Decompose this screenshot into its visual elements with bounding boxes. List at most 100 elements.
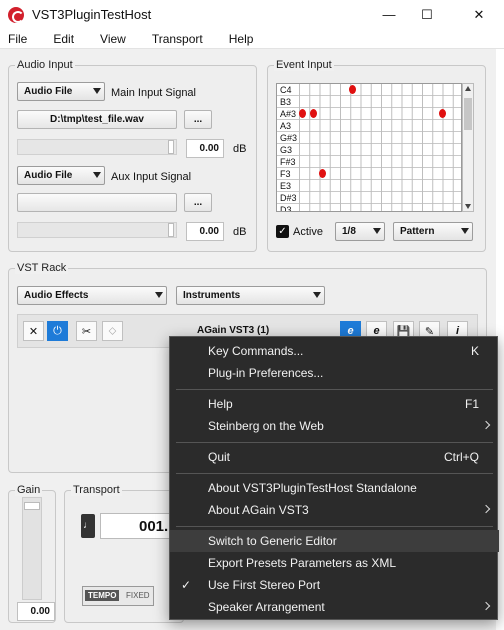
scroll-up-icon[interactable]	[465, 86, 471, 91]
menu-item-first-stereo-port[interactable]: ✓ Use First Stereo Port	[170, 574, 499, 596]
plugin-name: AGain VST3 (1)	[197, 325, 270, 336]
aux-input-source-select[interactable]: Audio File	[17, 166, 105, 185]
note-grid[interactable]: C4 B3 A#3 A3 G#3 G3 F#3 F3 E3 D#3 D3	[276, 83, 462, 212]
note-cells[interactable]	[299, 108, 461, 120]
note-cells[interactable]	[299, 96, 461, 108]
maximize-button[interactable]: ☐	[404, 0, 450, 29]
menu-item-export-presets[interactable]: Export Presets Parameters as XML	[170, 552, 499, 574]
note-cells[interactable]	[299, 84, 461, 96]
note-label: F3	[280, 169, 291, 179]
note-row[interactable]: G3	[277, 144, 461, 156]
main-input-browse-button[interactable]: ...	[184, 110, 212, 129]
chevron-down-icon	[93, 172, 101, 178]
tempo-label: TEMPO	[85, 590, 120, 601]
scrollbar-thumb[interactable]	[464, 98, 472, 130]
menu-separator	[176, 526, 493, 527]
note-row[interactable]: D#3	[277, 192, 461, 204]
aux-input-file-field[interactable]	[17, 193, 177, 212]
main-input-source-value: Audio File	[24, 86, 73, 97]
note-event-dot[interactable]	[439, 109, 446, 118]
vst-rack-title: VST Rack	[15, 262, 69, 274]
event-mode-select[interactable]: Pattern	[393, 222, 473, 241]
note-label: B3	[280, 97, 292, 107]
slider-thumb[interactable]	[168, 140, 174, 154]
menu-item-label: Plug-in Preferences...	[208, 366, 324, 380]
note-cells[interactable]	[299, 144, 461, 156]
gain-fader[interactable]	[22, 497, 42, 600]
menu-view[interactable]: View	[92, 32, 134, 46]
chevron-down-icon	[93, 88, 101, 94]
event-mode-value: Pattern	[400, 226, 435, 237]
power-icon[interactable]: ⏻	[47, 321, 68, 341]
menu-item-label: Quit	[208, 450, 231, 464]
menu-file[interactable]: File	[0, 32, 35, 46]
bypass-icon[interactable]: ✂	[76, 321, 97, 341]
slider-thumb[interactable]	[168, 223, 174, 237]
menu-help[interactable]: Help	[221, 32, 262, 46]
main-input-gain-slider[interactable]	[17, 139, 177, 155]
menu-item-help[interactable]: Help F1	[170, 393, 499, 415]
note-label: F#3	[280, 157, 296, 167]
aux-input-gain-value[interactable]: 0.00	[186, 222, 224, 241]
note-event-dot[interactable]	[349, 85, 356, 94]
scroll-down-icon[interactable]	[465, 204, 471, 209]
remove-plugin-icon[interactable]: ✕	[23, 321, 44, 341]
note-row[interactable]: E3	[277, 180, 461, 192]
gain-value[interactable]: 0.00	[17, 602, 55, 621]
note-event-dot[interactable]	[299, 109, 306, 118]
menu-item-speaker-arrangement[interactable]: Speaker Arrangement	[170, 596, 499, 618]
menu-separator	[176, 442, 493, 443]
menu-item-about-host[interactable]: About VST3PluginTestHost Standalone	[170, 477, 499, 499]
note-cells[interactable]	[299, 132, 461, 144]
note-row[interactable]: C4	[277, 84, 461, 96]
note-cells[interactable]	[299, 204, 461, 211]
rack-instruments-value: Instruments	[183, 290, 241, 301]
window-title: VST3PluginTestHost	[32, 7, 152, 22]
menu-item-generic-editor[interactable]: Switch to Generic Editor	[170, 530, 499, 552]
main-input-gain-value[interactable]: 0.00	[186, 139, 224, 158]
note-cells[interactable]	[299, 120, 461, 132]
gain-title: Gain	[15, 484, 43, 496]
menu-item-plugin-preferences[interactable]: Plug-in Preferences...	[170, 362, 499, 384]
note-row[interactable]: A3	[277, 120, 461, 132]
note-row[interactable]: F#3	[277, 156, 461, 168]
note-label: A3	[280, 121, 292, 131]
note-cells[interactable]	[299, 180, 461, 192]
menu-item-about-plugin[interactable]: About AGain VST3	[170, 499, 499, 521]
note-label: C4	[280, 85, 292, 95]
close-button[interactable]: ✕	[456, 0, 502, 29]
menu-edit[interactable]: Edit	[45, 32, 82, 46]
tempo-button[interactable]: TEMPO FIXED	[82, 586, 154, 606]
rack-instruments-select[interactable]: Instruments	[176, 286, 325, 305]
aux-input-gain-slider[interactable]	[17, 222, 177, 238]
fader-thumb[interactable]	[24, 502, 40, 510]
main-input-file-field[interactable]: D:\tmp\test_file.wav	[17, 110, 177, 129]
event-input-title: Event Input	[274, 59, 334, 71]
menu-item-shortcut: K	[470, 344, 479, 358]
note-grid-scrollbar[interactable]	[462, 83, 474, 212]
aux-input-label: Aux Input Signal	[111, 171, 192, 183]
note-division-select[interactable]: 1/8	[335, 222, 385, 241]
note-event-dot[interactable]	[319, 169, 326, 178]
main-input-source-select[interactable]: Audio File	[17, 82, 105, 101]
route-icon[interactable]: ⬦	[102, 321, 123, 341]
note-event-dot[interactable]	[310, 109, 317, 118]
menu-item-quit[interactable]: Quit Ctrl+Q	[170, 446, 499, 468]
note-row[interactable]: F3	[277, 168, 461, 180]
note-cells[interactable]	[299, 192, 461, 204]
note-row[interactable]: D3	[277, 204, 461, 212]
menu-item-key-commands[interactable]: Key Commands... K	[170, 340, 499, 362]
note-row[interactable]: G#3	[277, 132, 461, 144]
note-row[interactable]: B3	[277, 96, 461, 108]
menu-transport[interactable]: Transport	[144, 32, 211, 46]
chevron-right-icon	[481, 601, 491, 611]
aux-input-browse-button[interactable]: ...	[184, 193, 212, 212]
note-cells[interactable]	[299, 156, 461, 168]
title-bar: VST3PluginTestHost — ☐ ✕	[0, 0, 504, 29]
active-label: Active	[293, 226, 323, 238]
note-label: D3	[280, 205, 292, 212]
active-checkbox[interactable]: ✓	[276, 225, 289, 238]
metronome-icon[interactable]: ♩	[81, 514, 95, 538]
menu-item-steinberg-web[interactable]: Steinberg on the Web	[170, 415, 499, 437]
rack-category-select[interactable]: Audio Effects	[17, 286, 167, 305]
